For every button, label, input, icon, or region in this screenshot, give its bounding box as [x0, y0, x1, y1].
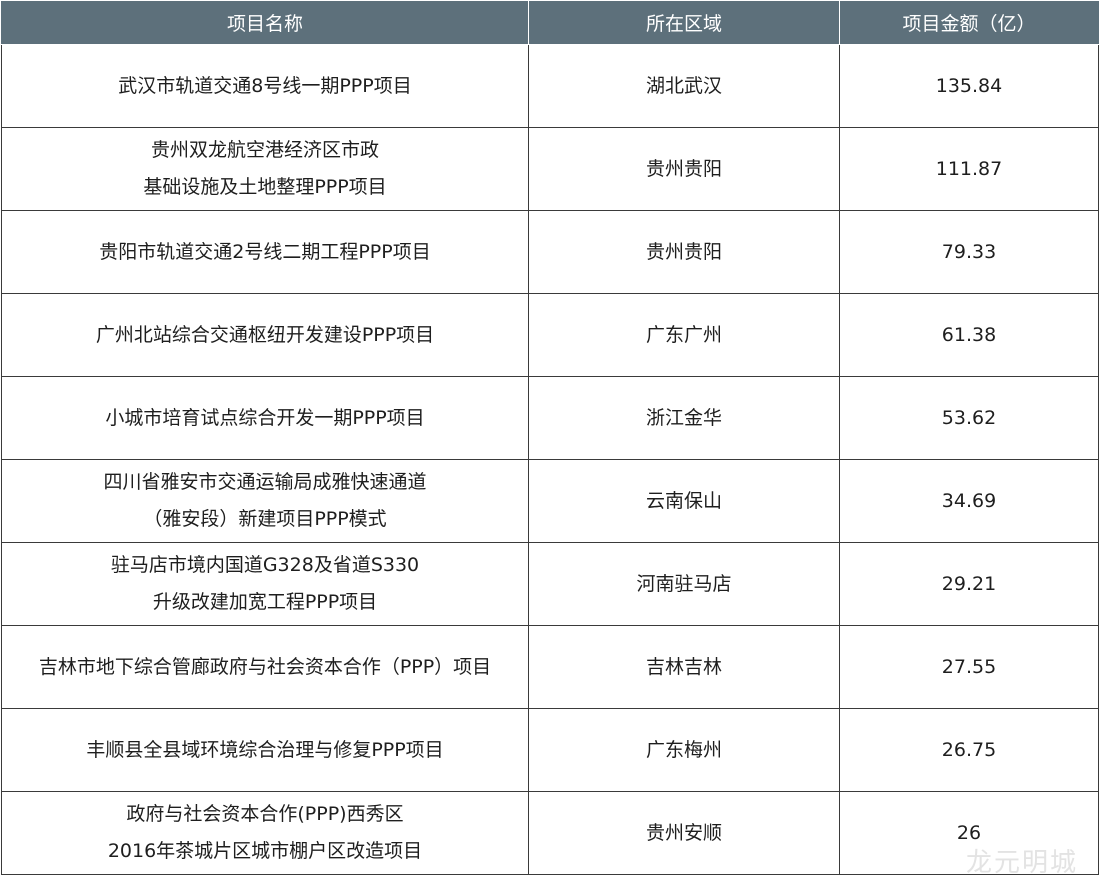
ppp-project-table: 项目名称 所在区域 项目金额（亿） 武汉市轨道交通8号线一期PPP项目 湖北武汉 1…	[1, 1, 1099, 875]
table-row: 吉林市地下综合管廊政府与社会资本合作（PPP）项目 吉林吉林 27.55	[1, 625, 1099, 709]
amount-cell: 26.75	[839, 708, 1099, 792]
table-row: 广州北站综合交通枢纽开发建设PPP项目 广东广州 61.38	[1, 293, 1099, 377]
project-name-line: 广州北站综合交通枢纽开发建设PPP项目	[95, 323, 435, 346]
region-cell: 广东广州	[528, 293, 840, 377]
project-name-line: 武汉市轨道交通8号线一期PPP项目	[118, 74, 412, 97]
project-name-line: 贵阳市轨道交通2号线二期工程PPP项目	[99, 240, 431, 263]
project-name-line: 小城市培育试点综合开发一期PPP项目	[105, 406, 425, 429]
table-row: 驻马店市境内国道G328及省道S330 升级改建加宽工程PPP项目 河南驻马店 29.…	[1, 542, 1099, 626]
amount-cell: 61.38	[839, 293, 1099, 377]
watermark: 龙元明城	[965, 848, 1078, 878]
project-name-cell: 贵州双龙航空港经济区市政 基础设施及土地整理PPP项目	[1, 127, 529, 211]
table-row: 武汉市轨道交通8号线一期PPP项目 湖北武汉 135.84	[1, 44, 1099, 128]
project-name-cell: 广州北站综合交通枢纽开发建设PPP项目	[1, 293, 529, 377]
project-name-cell: 四川省雅安市交通运输局成雅快速通道 （雅安段）新建项目PPP模式	[1, 459, 529, 543]
amount-cell: 34.69	[839, 459, 1099, 543]
table-row: 丰顺县全县域环境综合治理与修复PPP项目 广东梅州 26.75	[1, 708, 1099, 792]
project-name-line: 丰顺县全县域环境综合治理与修复PPP项目	[86, 738, 444, 761]
table-body: 武汉市轨道交通8号线一期PPP项目 湖北武汉 135.84 贵州双龙航空港经济区市政基…	[1, 44, 1099, 875]
project-name-cell: 小城市培育试点综合开发一期PPP项目	[1, 376, 529, 460]
amount-cell: 79.33	[839, 210, 1099, 294]
header-row: 项目名称 所在区域 项目金额（亿）	[1, 1, 1099, 45]
project-name-line: 政府与社会资本合作(PPP)西秀区	[126, 803, 404, 825]
region-cell: 贵州安顺	[528, 791, 840, 875]
amount-cell: 27.55	[839, 625, 1099, 709]
project-name-cell: 丰顺县全县域环境综合治理与修复PPP项目	[1, 708, 529, 792]
project-name-line: 吉林市地下综合管廊政府与社会资本合作（PPP）项目	[38, 655, 492, 678]
project-name-line: （雅安段）新建项目PPP模式	[143, 508, 387, 530]
table-row: 小城市培育试点综合开发一期PPP项目 浙江金华 53.62	[1, 376, 1099, 460]
region-cell: 广东梅州	[528, 708, 840, 792]
project-name-cell: 吉林市地下综合管廊政府与社会资本合作（PPP）项目	[1, 625, 529, 709]
region-cell: 湖北武汉	[528, 44, 840, 128]
table-header: 项目名称 所在区域 项目金额（亿）	[1, 1, 1099, 45]
table-row: 贵州双龙航空港经济区市政 基础设施及土地整理PPP项目 贵州贵阳 111.87	[1, 127, 1099, 211]
table-row: 四川省雅安市交通运输局成雅快速通道 （雅安段）新建项目PPP模式 云南保山 34.69	[1, 459, 1099, 543]
project-name-line: 升级改建加宽工程PPP项目	[152, 591, 378, 613]
project-name-cell: 贵阳市轨道交通2号线二期工程PPP项目	[1, 210, 529, 294]
project-name-line: 2016年茶城片区城市棚户区改造项目	[107, 840, 423, 862]
region-cell: 贵州贵阳	[528, 210, 840, 294]
region-cell: 云南保山	[528, 459, 840, 543]
amount-cell: 53.62	[839, 376, 1099, 460]
table-row: 贵阳市轨道交通2号线二期工程PPP项目 贵州贵阳 79.33	[1, 210, 1099, 294]
amount-cell: 135.84	[839, 44, 1099, 128]
project-name-line: 基础设施及土地整理PPP项目	[143, 176, 387, 198]
project-name-line: 四川省雅安市交通运输局成雅快速通道	[103, 471, 427, 493]
header-region: 所在区域	[528, 1, 840, 45]
amount-cell: 111.87	[839, 127, 1099, 211]
region-cell: 浙江金华	[528, 376, 840, 460]
table-row: 政府与社会资本合作(PPP)西秀区 2016年茶城片区城市棚户区改造项目 贵州安顺 2…	[1, 791, 1099, 875]
header-project-name: 项目名称	[1, 1, 529, 45]
project-name-line: 驻马店市境内国道G328及省道S330	[110, 554, 420, 576]
amount-cell: 29.21	[839, 542, 1099, 626]
region-cell: 贵州贵阳	[528, 127, 840, 211]
project-name-cell: 政府与社会资本合作(PPP)西秀区 2016年茶城片区城市棚户区改造项目	[1, 791, 529, 875]
project-name-cell: 驻马店市境内国道G328及省道S330 升级改建加宽工程PPP项目	[1, 542, 529, 626]
region-cell: 吉林吉林	[528, 625, 840, 709]
region-cell: 河南驻马店	[528, 542, 840, 626]
project-name-line: 贵州双龙航空港经济区市政	[150, 139, 379, 161]
header-amount: 项目金额（亿）	[839, 1, 1099, 45]
project-name-cell: 武汉市轨道交通8号线一期PPP项目	[1, 44, 529, 128]
